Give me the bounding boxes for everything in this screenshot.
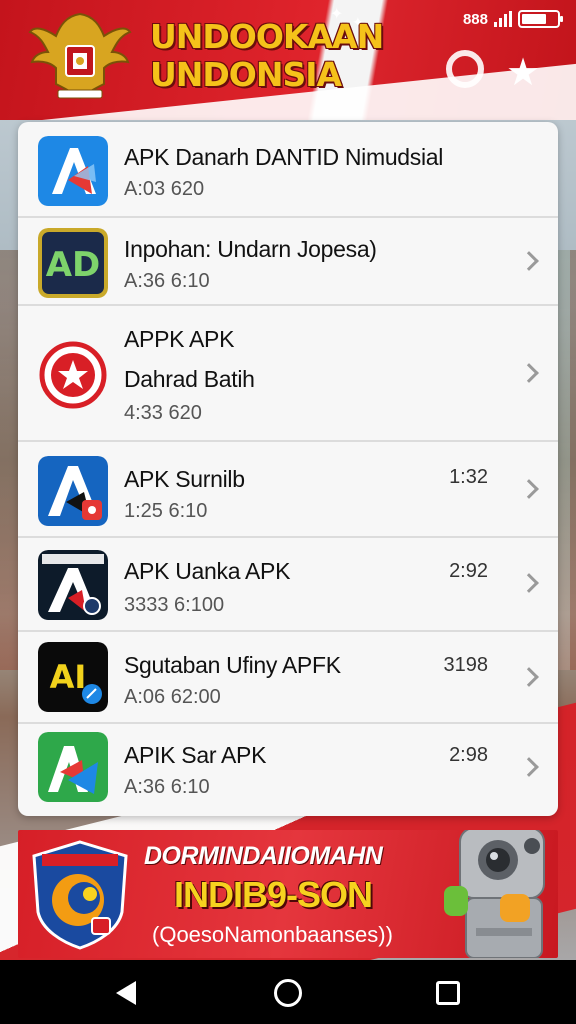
battery-icon [518, 10, 563, 28]
app-title: APK Uanka APK [124, 558, 291, 584]
app-subtitle: A:36 6:10 [124, 776, 210, 798]
ad-subtitle: (QoesoNamonbaanses)) [152, 922, 393, 947]
list-item[interactable]: APK Surnilb 1:25 6:10 1:32 [18, 442, 558, 538]
shield-logo-icon [32, 840, 128, 950]
apk-a-blue-icon [38, 136, 108, 206]
list-item[interactable]: APIK Sar APK A:36 6:10 2:98 [18, 724, 558, 816]
header-title: UNDOOKAAN UNDONSIA [150, 18, 430, 94]
svg-text:AD: AD [46, 245, 101, 285]
navigation-bar [0, 960, 576, 1024]
app-title-line2: Dahrad Batih [124, 366, 255, 392]
app-subtitle: 4:33 620 [124, 402, 202, 424]
star-icon: ✦ [352, 14, 364, 30]
ad-title: INDIB9-SON [174, 874, 373, 915]
list-item[interactable]: APK Uanka APK 3333 6:100 2:92 [18, 538, 558, 632]
app-time: 3198 [443, 654, 489, 676]
chevron-right-icon[interactable] [519, 251, 539, 271]
apk-a-red-badge-icon [38, 456, 108, 526]
svg-text:AI: AI [50, 658, 87, 696]
app-time: 2:98 [449, 744, 488, 766]
app-title: APPK APK [124, 326, 235, 352]
status-bar: 888 [462, 8, 563, 30]
app-subtitle: A:36 6:10 [124, 270, 210, 292]
apk-a-dark-icon [38, 550, 108, 620]
list-item[interactable]: APPK APK Dahrad Batih 4:33 620 [18, 306, 558, 442]
status-time: 888 [462, 10, 488, 28]
app-title: Inpohan: Undarn Jopesa) [124, 236, 377, 262]
header-title-line1: UNDOOKAAN [150, 17, 384, 56]
back-triangle-icon[interactable] [116, 981, 136, 1005]
app-time: 2:92 [449, 560, 488, 582]
header-banner: UNDOOKAAN UNDONSIA ✦ ✦ ★ 888 [0, 0, 576, 120]
ad-navy-icon: AD [38, 228, 108, 298]
chevron-right-icon[interactable] [519, 363, 539, 383]
chevron-right-icon[interactable] [519, 573, 539, 593]
header-title-line2: UNDONSIA [150, 55, 342, 94]
recents-square-icon[interactable] [436, 981, 460, 1005]
app-list: APK Danarh DANTID Nimudsial A:03 620 AD … [18, 122, 558, 816]
app-subtitle: 3333 6:100 [124, 594, 225, 616]
app-title: APK Danarh DANTID Nimudsial [124, 144, 444, 170]
ap-green-icon [38, 732, 108, 802]
chevron-right-icon[interactable] [519, 757, 539, 777]
chevron-right-icon[interactable] [519, 667, 539, 687]
star-icon: ✦ [330, 6, 344, 23]
app-subtitle: A:06 62:00 [124, 686, 221, 708]
ring-decoration [446, 50, 484, 88]
app-title: Sgutaban Ufiny APFK [124, 652, 341, 678]
list-item[interactable]: AD Inpohan: Undarn Jopesa) A:36 6:10 [18, 218, 558, 306]
app-subtitle: 1:25 6:10 [124, 500, 208, 522]
ad-headline: DORMINDAIIOMAHN [144, 842, 383, 870]
app-title: APK Surnilb [124, 466, 245, 492]
ai-black-icon: AI [38, 642, 108, 712]
garuda-emblem-icon [28, 12, 132, 100]
red-star-circle-icon [39, 341, 107, 409]
home-circle-icon[interactable] [274, 979, 302, 1007]
chevron-right-icon[interactable] [519, 479, 539, 499]
app-time: 1:32 [449, 466, 488, 488]
signal-icon [494, 11, 512, 27]
app-subtitle: A:03 620 [124, 178, 205, 200]
list-item[interactable]: AI Sgutaban Ufiny APFK A:06 62:00 3198 [18, 632, 558, 724]
app-title: APIK Sar APK [124, 742, 267, 768]
ad-banner[interactable]: DORMINDAIIOMAHN INDIB9-SON (QoesoNamonba… [18, 830, 558, 958]
star-icon: ★ [506, 52, 541, 94]
robot-camera-icon [444, 830, 545, 958]
list-item[interactable]: APK Danarh DANTID Nimudsial A:03 620 [18, 122, 558, 218]
